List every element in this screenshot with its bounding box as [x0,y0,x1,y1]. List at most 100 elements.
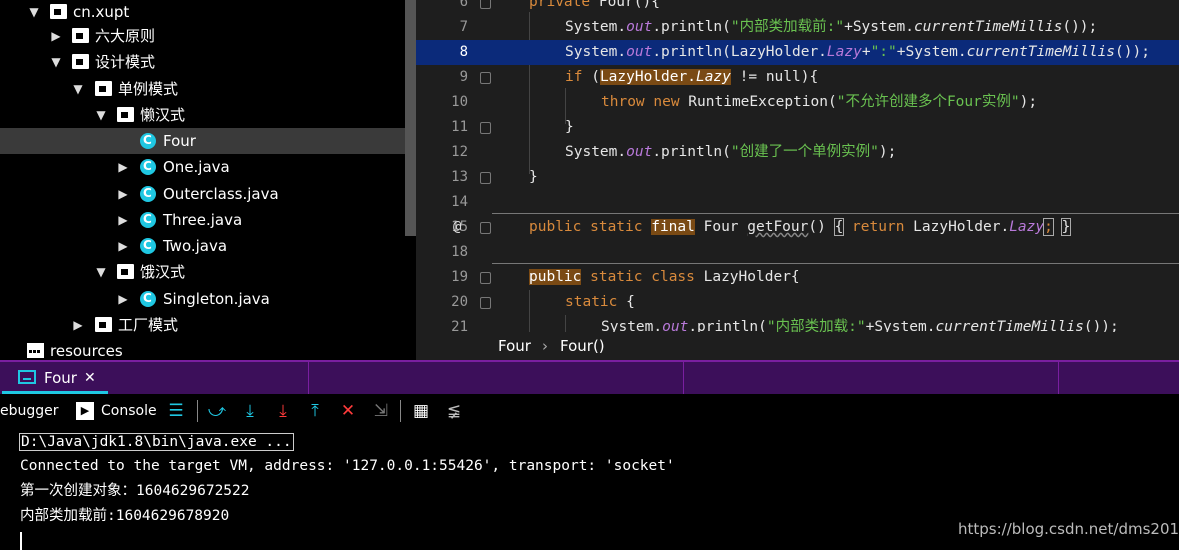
tree-item-design-patterns[interactable]: ▼ 设计模式 [0,49,405,75]
chevron-right-icon[interactable]: ▶ [116,233,130,259]
tree-item-label: One.java [163,158,230,176]
chevron-down-icon[interactable]: ▼ [27,0,41,25]
tab-debugger[interactable]: ebugger [0,394,59,428]
code-line-13[interactable]: 13 } [416,165,1179,190]
tree-item-label: Outerclass.java [163,185,279,203]
code-line-8-current[interactable]: 8 System.out.println(LazyHolder.Lazy+":"… [416,40,1179,65]
tree-item-label: Three.java [163,211,243,229]
tree-item-cn-xupt[interactable]: ▼ cn.xupt [0,0,405,25]
tree-item-label: 单例模式 [118,80,179,98]
code-line-14[interactable]: 14 [416,190,1179,215]
code-line-10[interactable]: 10 throw new RuntimeException("不允许创建多个Fo… [416,90,1179,115]
chevron-down-icon[interactable]: ▼ [94,259,108,285]
line-number: 11 [451,119,468,135]
code-line-7[interactable]: 7 System.out.println("内部类加载前:"+System.cu… [416,15,1179,40]
code-line-11[interactable]: 11 } [416,115,1179,140]
chevron-down-icon[interactable]: ▼ [71,76,85,102]
project-tree: ▼ cn.xupt ▶ 六大原则 ▼ 设计模式 ▼ 单例模式 ▼ 懒汉式 Fou… [0,0,405,360]
line-number: 13 [451,169,468,185]
tree-item-two-java[interactable]: ▶ Two.java [0,232,405,259]
code-line-20[interactable]: 20 static { [416,290,1179,315]
folder-icon [117,107,134,122]
code-line-6[interactable]: 6 private Four(){ [416,0,1179,15]
java-command-line[interactable]: D:\Java\jdk1.8\bin\java.exe ... [19,433,294,451]
fold-icon[interactable] [480,172,491,184]
trace-current-stream-icon[interactable]: ≨ [443,400,465,422]
line-number: 7 [459,19,468,35]
class-icon [140,285,156,311]
text-caret [20,532,22,550]
code-line-9[interactable]: 9 if (LazyHolder.Lazy != null){ [416,65,1179,90]
code-line-12[interactable]: 12 System.out.println("创建了一个单例实例"); [416,140,1179,165]
step-into-icon[interactable]: ⤓ [272,400,294,422]
show-execution-point-icon[interactable]: ⤻ [206,400,228,422]
tab-console[interactable]: Console [101,394,157,428]
chevron-right-icon[interactable]: ▶ [116,154,130,180]
code-text: System.out.println("内部类加载前:"+System.curr… [565,19,1098,35]
at-override-icon[interactable]: @ [453,215,461,240]
chevron-right-icon[interactable]: ▶ [116,286,130,312]
folder-icon [95,81,112,96]
code-text: private Four(){ [529,0,660,10]
tree-item-label: 工厂模式 [118,316,179,334]
code-line-21[interactable]: 21 System.out.println("内部类加载:"+System.cu… [416,315,1179,332]
code-text: System.out.println("创建了一个单例实例"); [565,144,897,160]
code-text: public static final Four getFour() { ret… [529,218,1072,236]
code-text: } [529,169,538,185]
class-icon [140,180,156,206]
console-output[interactable]: D:\Java\jdk1.8\bin\java.exe ... Connecte… [0,428,1179,550]
breadcrumb-method[interactable]: Four() [560,332,605,360]
close-icon[interactable]: ✕ [84,362,96,394]
tree-item-six-principles[interactable]: ▶ 六大原则 [0,23,405,49]
step-out-icon[interactable]: ⤒ [304,400,326,422]
fold-expand-icon[interactable] [480,222,491,234]
run-to-cursor-icon[interactable]: ⇲ [370,400,392,422]
console-icon: ▶ [76,402,94,420]
breadcrumb-class[interactable]: Four [498,332,531,360]
chevron-right-icon[interactable]: ▶ [71,312,85,338]
tree-item-four[interactable]: Four [0,127,405,154]
code-line-18[interactable]: 18 [416,240,1179,265]
run-tab-four[interactable]: Four ✕ [2,362,108,394]
folder-icon [50,4,67,19]
evaluate-expression-icon[interactable]: ▦ [410,400,432,422]
chevron-right-icon[interactable]: ▶ [116,181,130,207]
run-tab-label: Four [44,369,77,387]
step-over-icon[interactable]: ⤓ [239,400,261,422]
line-number: 9 [459,69,468,85]
menu-lines-icon[interactable]: ☰ [165,400,187,422]
tree-item-lazy[interactable]: ▼ 懒汉式 [0,102,405,128]
fold-icon[interactable] [480,72,491,84]
code-line-19[interactable]: 19 public static class LazyHolder{ [416,265,1179,290]
fold-icon[interactable] [480,297,491,309]
fold-icon[interactable] [480,272,491,284]
chevron-right-icon[interactable]: ▶ [49,23,63,49]
fold-icon[interactable] [480,0,491,9]
tree-item-outerclass-java[interactable]: ▶ Outerclass.java [0,180,405,207]
code-text: static { [565,294,635,310]
code-line-15[interactable]: 15 @ public static final Four getFour() … [416,215,1179,240]
tree-item-singleton-pattern[interactable]: ▼ 单例模式 [0,76,405,102]
debug-toolbar: ebugger ▶ Console ☰ ⤻ ⤓ ⤓ ⤒ ✕ ⇲ ▦ ≨ [0,394,1179,428]
console-line: D:\Java\jdk1.8\bin\java.exe ... [19,430,294,455]
tree-item-singleton-java[interactable]: ▶ Singleton.java [0,285,405,312]
tree-item-factory-pattern[interactable]: ▶ 工厂模式 [0,312,405,338]
chevron-down-icon[interactable]: ▼ [94,102,108,128]
tree-item-label: 饿汉式 [140,263,186,281]
tree-item-eager[interactable]: ▼ 饿汉式 [0,259,405,285]
drop-frame-icon[interactable]: ✕ [337,400,359,422]
code-text: System.out.println(LazyHolder.Lazy+":"+S… [565,44,1150,60]
code-text: } [565,119,574,135]
code-editor[interactable]: 6 private Four(){ 7 System.out.println("… [416,0,1179,332]
chevron-down-icon[interactable]: ▼ [49,49,63,75]
tree-item-three-java[interactable]: ▶ Three.java [0,206,405,233]
code-text: if (LazyHolder.Lazy != null){ [565,69,819,85]
tree-item-one-java[interactable]: ▶ One.java [0,153,405,180]
fold-icon[interactable] [480,122,491,134]
tree-scrollbar[interactable] [405,0,416,236]
code-text: public static class LazyHolder{ [529,269,800,285]
chevron-right-icon[interactable]: ▶ [116,207,130,233]
console-line: 第一次创建对象：1604629672522 [20,483,250,499]
run-tab-bar: Four ✕ [0,360,1179,396]
tree-item-resources[interactable]: resources [0,338,405,360]
